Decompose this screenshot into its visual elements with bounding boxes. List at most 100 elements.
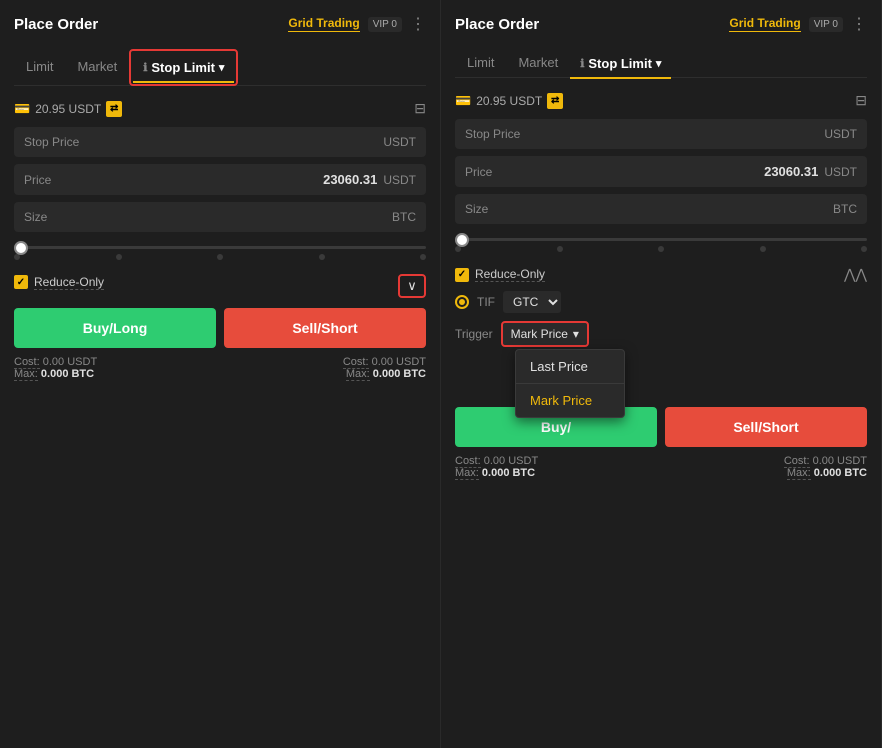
trigger-dropdown-arrow: ▾ <box>573 327 579 341</box>
reduce-only-checkbox[interactable]: ✓ <box>14 275 28 289</box>
check-icon-right: ✓ <box>458 269 466 280</box>
balance-row-right: 💳 20.95 USDT ⇄ ⊟ <box>455 92 867 109</box>
transfer-icon[interactable]: ⇄ <box>106 101 122 117</box>
tab-stop-limit-right[interactable]: ℹ Stop Limit ▾ <box>570 49 671 78</box>
cost-sell-right: Cost: 0.00 USDT Max: 0.000 BTC <box>784 455 867 479</box>
grid-trading-label-right[interactable]: Grid Trading <box>729 16 800 32</box>
tab-stop-limit[interactable]: ℹ Stop Limit ▾ <box>133 53 234 82</box>
price-label: Price <box>24 173 51 187</box>
tabs-row: Limit Market ℹ Stop Limit ▾ <box>14 48 426 86</box>
tab-market-right[interactable]: Market <box>506 48 570 77</box>
tab-limit-right[interactable]: Limit <box>455 48 506 77</box>
stop-price-input-right[interactable]: Stop Price USDT <box>455 119 867 149</box>
max-value-sell-right: 0.000 BTC <box>814 467 867 479</box>
info-icon: ℹ <box>143 61 147 74</box>
price-currency-right: USDT <box>824 165 857 179</box>
stop-price-label: Stop Price <box>24 135 79 149</box>
slider-dot-3 <box>319 254 325 260</box>
trigger-selected-value: Mark Price <box>511 327 568 341</box>
stop-price-input[interactable]: Stop Price USDT <box>14 127 426 157</box>
collapse-up-btn[interactable]: ⋀⋀ <box>844 266 867 283</box>
balance-value: 20.95 USDT <box>35 102 101 116</box>
price-input-right[interactable]: Price 23060.31 USDT <box>455 156 867 187</box>
price-right-r: 23060.31 USDT <box>764 164 857 179</box>
slider-dot-4 <box>420 254 426 260</box>
size-right-r: BTC <box>833 202 857 216</box>
gtc-select[interactable]: GTC IOC FOK <box>503 291 561 313</box>
sell-button-right[interactable]: Sell/Short <box>665 407 867 447</box>
calc-icon[interactable]: ⊟ <box>414 100 426 117</box>
dropdown-arrow-icon-right: ▾ <box>656 57 662 70</box>
dropdown-item-mark-price[interactable]: Mark Price <box>516 384 624 417</box>
reduce-only-label: Reduce-Only <box>34 275 104 290</box>
header-right: Grid Trading VIP 0 ⋮ <box>288 14 426 34</box>
header-right-r: Grid Trading VIP 0 ⋮ <box>729 14 867 34</box>
dropdown-item-last-price[interactable]: Last Price <box>516 350 624 383</box>
check-icon: ✓ <box>17 277 25 288</box>
buy-button[interactable]: Buy/Long <box>14 308 216 348</box>
reduce-only-checkbox-right[interactable]: ✓ <box>455 268 469 282</box>
transfer-icon-right[interactable]: ⇄ <box>547 93 563 109</box>
tif-label: TIF <box>477 295 495 309</box>
trigger-select-box[interactable]: Mark Price ▾ <box>501 321 589 347</box>
size-input[interactable]: Size BTC <box>14 202 426 232</box>
tab-limit[interactable]: Limit <box>14 52 65 81</box>
price-value-right: 23060.31 <box>764 164 818 179</box>
stop-price-right: USDT <box>383 135 416 149</box>
slider-dot-1 <box>116 254 122 260</box>
dropdown-arrow-icon: ▾ <box>219 61 225 74</box>
cost-value-buy-right: 0.00 USDT <box>484 455 538 467</box>
balance-row: 💳 20.95 USDT ⇄ ⊟ <box>14 100 426 117</box>
slider-dots-right <box>455 246 867 252</box>
chevron-down-icon: ∨ <box>407 278 417 294</box>
cost-buy: Cost: 0.00 USDT Max: 0.000 BTC <box>14 356 97 380</box>
cost-value-sell: 0.00 USDT <box>372 356 426 368</box>
cost-value-sell-right: 0.00 USDT <box>813 455 867 467</box>
stop-price-currency-right: USDT <box>824 127 857 141</box>
card-icon: 💳 <box>14 101 30 117</box>
size-input-right[interactable]: Size BTC <box>455 194 867 224</box>
left-panel: Place Order Grid Trading VIP 0 ⋮ Limit M… <box>0 0 441 748</box>
slider-thumb-right[interactable] <box>455 233 469 247</box>
tabs-row-right: Limit Market ℹ Stop Limit ▾ <box>455 48 867 78</box>
dots-icon[interactable]: ⋮ <box>410 14 426 34</box>
price-input[interactable]: Price 23060.31 USDT <box>14 164 426 195</box>
size-right: BTC <box>392 210 416 224</box>
reduce-only-row: ✓ Reduce-Only <box>14 275 104 290</box>
price-currency: USDT <box>383 173 416 187</box>
calc-icon-right[interactable]: ⊟ <box>855 92 867 109</box>
reduce-only-row-right: ✓ Reduce-Only <box>455 267 545 282</box>
tab-market[interactable]: Market <box>65 52 129 81</box>
tif-radio[interactable] <box>455 295 469 309</box>
grid-trading-label[interactable]: Grid Trading <box>288 16 359 32</box>
slider-track-right <box>455 238 867 241</box>
max-value-buy-right: 0.000 BTC <box>482 467 535 479</box>
price-right: 23060.31 USDT <box>323 172 416 187</box>
balance-left: 💳 20.95 USDT ⇄ <box>14 101 122 117</box>
slider-row[interactable] <box>14 242 426 264</box>
place-order-title: Place Order <box>14 16 98 33</box>
cost-value-buy: 0.00 USDT <box>43 356 97 368</box>
tab-stop-limit-wrapper: ℹ Stop Limit ▾ <box>129 49 238 86</box>
size-label-right: Size <box>465 202 488 216</box>
dots-icon-right[interactable]: ⋮ <box>851 14 867 34</box>
panel-header-right: Place Order Grid Trading VIP 0 ⋮ <box>455 14 867 34</box>
balance-left-right: 💳 20.95 USDT ⇄ <box>455 93 563 109</box>
price-value: 23060.31 <box>323 172 377 187</box>
right-panel: Place Order Grid Trading VIP 0 ⋮ Limit M… <box>441 0 882 748</box>
stop-price-currency: USDT <box>383 135 416 149</box>
chevron-expand-btn[interactable]: ∨ <box>398 274 426 298</box>
action-buttons: Buy/Long Sell/Short <box>14 308 426 348</box>
tif-row: TIF GTC IOC FOK <box>455 291 867 313</box>
slider-thumb[interactable] <box>14 241 28 255</box>
trigger-dropdown-menu: Last Price Mark Price <box>515 349 625 418</box>
card-icon-right: 💳 <box>455 93 471 109</box>
sell-button[interactable]: Sell/Short <box>224 308 426 348</box>
max-value-buy: 0.000 BTC <box>41 368 94 380</box>
slider-row-right[interactable] <box>455 234 867 256</box>
place-order-title-right: Place Order <box>455 16 539 33</box>
balance-value-right: 20.95 USDT <box>476 94 542 108</box>
cost-row: Cost: 0.00 USDT Max: 0.000 BTC Cost: 0.0… <box>14 356 426 380</box>
stop-price-label-right: Stop Price <box>465 127 520 141</box>
max-label-sell-right: Max: <box>787 467 811 480</box>
